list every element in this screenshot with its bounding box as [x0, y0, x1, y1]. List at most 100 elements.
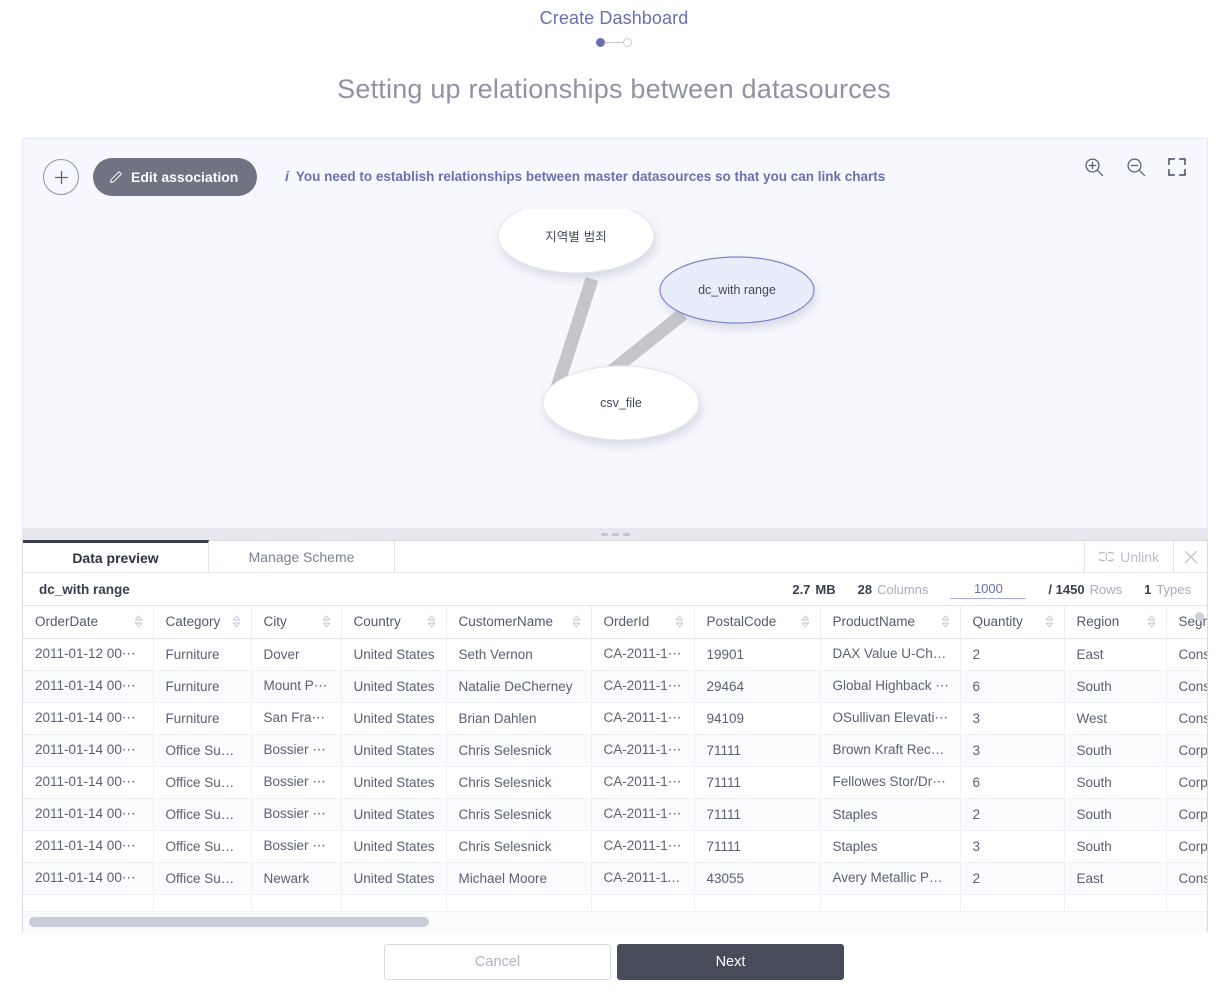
- page-title: Setting up relationships between datasou…: [337, 74, 891, 104]
- table-cell-country: United States: [341, 830, 447, 863]
- sort-icon[interactable]: [322, 615, 331, 628]
- table-header-orderid[interactable]: OrderId: [591, 606, 695, 639]
- table-cell-orderid: CA-2011-1⋯: [591, 670, 695, 703]
- table-cell-orderdate: 2011-01-14 00⋯: [23, 830, 154, 863]
- tab-label: Data preview: [72, 549, 159, 566]
- data-preview-table-wrap: OrderDate Category City Country CustomerName…: [23, 606, 1207, 933]
- step-dot-1[interactable]: [596, 38, 605, 47]
- table-clip: OrderDate Category City Country CustomerName…: [23, 606, 1207, 933]
- vertical-scrollbar-thumb[interactable]: [1195, 612, 1204, 621]
- table-cell-productname: Brown Kraft Recy⋯: [820, 734, 961, 767]
- table-cell-segment: Corpo: [1166, 734, 1207, 767]
- horizontal-scrollbar-thumb[interactable]: [29, 917, 429, 927]
- table-row[interactable]: 2011-01-14 00⋯ Office Supplies Bossier ⋯ Un…: [23, 798, 1207, 831]
- table-cell-country: United States: [341, 862, 447, 895]
- next-button[interactable]: Next: [617, 944, 844, 980]
- table-row[interactable]: 2011-01-14 00⋯ Office Supplies Bossier ⋯ Un…: [23, 766, 1207, 799]
- stat-columns: 28 Columns: [858, 582, 929, 597]
- table-cell-postalcode: 71111: [694, 798, 821, 831]
- graph-node-crime-by-region[interactable]: 지역별 범죄: [497, 209, 655, 274]
- table-cell-orderdate: 2011-01-12 00⋯: [23, 638, 154, 671]
- edit-association-label: Edit association: [131, 169, 239, 185]
- table-cell-country: United States: [341, 638, 447, 671]
- add-datasource-button[interactable]: [43, 159, 79, 195]
- table-row[interactable]: 2011-01-14 00⋯ Office Supplies Bossier ⋯ Un…: [23, 830, 1207, 863]
- tab-actions: Unlink: [1085, 541, 1207, 572]
- table-cell-category: Furniture: [153, 702, 252, 735]
- edit-association-button[interactable]: Edit association: [93, 158, 258, 196]
- table-header-productname[interactable]: ProductName: [820, 606, 961, 639]
- table-header-label: Country: [353, 614, 401, 630]
- graph-node-csv-file[interactable]: csv_file: [542, 365, 700, 441]
- wizard-title: Create Dashboard: [539, 8, 689, 28]
- rows-limit-input[interactable]: [950, 579, 1027, 599]
- zoom-out-icon[interactable]: [1125, 156, 1147, 178]
- tab-manage-scheme[interactable]: Manage Scheme: [209, 541, 395, 572]
- handle-dash: [622, 532, 630, 536]
- table-cell-quantity: 6: [960, 670, 1065, 703]
- graph-zoom-tools: [1083, 156, 1187, 178]
- table-header-city[interactable]: City: [251, 606, 342, 639]
- table-row[interactable]: 2011-01-14 00⋯ Furniture Mount P⋯ United St…: [23, 670, 1207, 703]
- zoom-in-icon[interactable]: [1083, 156, 1105, 178]
- table-header-region[interactable]: Region: [1064, 606, 1167, 639]
- table-cell-category: Furniture: [153, 670, 252, 703]
- table-cell-productname: Staples: [820, 830, 961, 863]
- sort-icon[interactable]: [427, 615, 436, 628]
- graph-node-dc-with-range[interactable]: dc_with range: [659, 256, 815, 324]
- table-cell-quantity: 2: [960, 638, 1065, 671]
- table-cell-city: San Fra⋯: [251, 702, 342, 735]
- info-icon: i: [285, 168, 289, 184]
- table-cell-orderdate: 2011-01-14 00⋯: [23, 734, 154, 767]
- sort-icon[interactable]: [134, 615, 143, 628]
- horizontal-scrollbar[interactable]: [23, 911, 1207, 933]
- table-header-label: City: [263, 614, 287, 630]
- table-header-postalcode[interactable]: PostalCode: [694, 606, 821, 639]
- sort-icon[interactable]: [572, 615, 581, 628]
- stat-size-value: 2.7: [792, 581, 811, 597]
- table-header-orderdate[interactable]: OrderDate: [23, 606, 154, 639]
- graph-canvas[interactable]: 지역별 범죄 dc_with range csv_file: [23, 209, 1207, 528]
- sort-icon[interactable]: [1045, 615, 1054, 628]
- table-cell-productname: Staples: [820, 798, 961, 831]
- table-cell-city: Bossier ⋯: [251, 734, 342, 767]
- sort-icon[interactable]: [941, 615, 950, 628]
- table-header-customername[interactable]: CustomerName: [446, 606, 592, 639]
- step-dot-2[interactable]: [623, 38, 632, 47]
- stat-size: 2.7 MB: [792, 582, 835, 597]
- sort-icon[interactable]: [1147, 615, 1156, 628]
- relationship-graph[interactable]: 지역별 범죄 dc_with range csv_file: [23, 209, 1207, 527]
- wizard-footer: Cancel Next: [0, 944, 1228, 980]
- table-cell-category: Office Supplies: [153, 766, 252, 799]
- table-row[interactable]: 2011-01-12 00⋯ Furniture Dover United State…: [23, 638, 1207, 671]
- table-cell-postalcode: 71111: [694, 766, 821, 799]
- table-cell-category: Furniture: [153, 638, 252, 671]
- table-header-country[interactable]: Country: [341, 606, 447, 639]
- cancel-button[interactable]: Cancel: [384, 944, 611, 980]
- table-header-segment[interactable]: Segment: [1166, 606, 1207, 639]
- table-cell-segment: Consu: [1166, 702, 1207, 735]
- table-cell-postalcode: 94109: [694, 702, 821, 735]
- tabs-filler: [395, 541, 1086, 572]
- table-cell-region: East: [1064, 862, 1167, 895]
- sort-icon[interactable]: [675, 615, 684, 628]
- table-cell-customername: Chris Selesnick: [446, 830, 592, 863]
- sort-icon[interactable]: [232, 615, 241, 628]
- table-cell-city: Bossier ⋯: [251, 798, 342, 831]
- table-cell-orderid: CA-2011-11⋯: [591, 862, 695, 895]
- table-row[interactable]: 2011-01-14 00⋯ Office Supplies Newark Unite…: [23, 862, 1207, 895]
- sort-icon[interactable]: [801, 615, 810, 628]
- table-cell-customername: Michael Moore: [446, 862, 592, 895]
- table-header-quantity[interactable]: Quantity: [960, 606, 1065, 639]
- close-panel-button[interactable]: [1173, 541, 1207, 572]
- tab-data-preview[interactable]: Data preview: [23, 540, 209, 572]
- fullscreen-icon[interactable]: [1167, 157, 1187, 177]
- handle-dash: [611, 532, 619, 536]
- table-row[interactable]: 2011-01-14 00⋯ Office Supplies Bossier ⋯ Un…: [23, 734, 1207, 767]
- unlink-button[interactable]: Unlink: [1085, 541, 1173, 572]
- table-cell-orderid: CA-2011-1⋯: [591, 638, 695, 671]
- table-cell-category: Office Supplies: [153, 862, 252, 895]
- panel-resize-handle[interactable]: [22, 528, 1208, 540]
- table-header-category[interactable]: Category: [153, 606, 252, 639]
- table-row[interactable]: 2011-01-14 00⋯ Furniture San Fra⋯ United St…: [23, 702, 1207, 735]
